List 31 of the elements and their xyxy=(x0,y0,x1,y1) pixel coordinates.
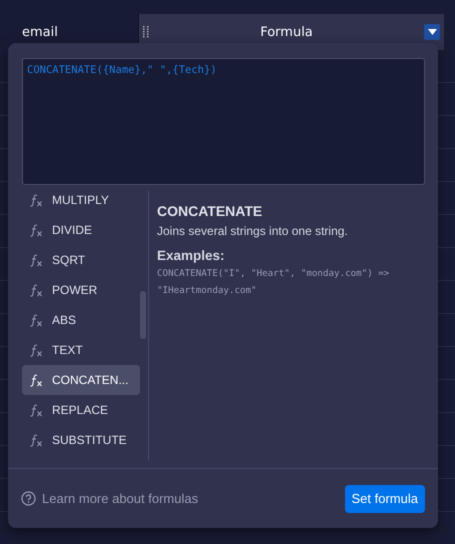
function-item[interactable]: SUBSTITUTE xyxy=(22,425,140,455)
function-icon xyxy=(29,404,43,416)
examples-heading: Examples: xyxy=(157,248,226,263)
function-icon xyxy=(29,374,43,386)
function-icon xyxy=(29,224,43,236)
example-code: CONCATENATE("I", "Heart", "monday.com") => "IHeartmonday.com" xyxy=(157,267,390,298)
function-item[interactable]: TEXT xyxy=(22,335,140,365)
function-item[interactable]: REPLACE xyxy=(22,395,140,425)
function-item[interactable]: MULTIPLY xyxy=(22,191,140,215)
column-title[interactable]: Formula xyxy=(149,24,424,40)
function-icon xyxy=(29,434,43,446)
function-icon xyxy=(29,254,43,266)
function-description: Joins several strings into one string. xyxy=(157,224,349,238)
function-item[interactable]: CONCATEN... xyxy=(22,365,140,395)
function-item[interactable]: SQRT xyxy=(22,245,140,275)
function-icon xyxy=(29,194,43,206)
drag-handle-icon[interactable] xyxy=(143,26,149,38)
help-link[interactable]: Learn more about formulas xyxy=(21,491,198,506)
function-item[interactable]: ABS xyxy=(22,305,140,335)
scrollbar-thumb[interactable] xyxy=(140,291,146,339)
dropdown-button[interactable] xyxy=(424,24,440,40)
function-icon xyxy=(29,314,43,326)
function-icon xyxy=(29,284,43,296)
function-item[interactable]: POWER xyxy=(22,275,140,305)
caret-icon xyxy=(428,29,436,35)
formula-field[interactable]: CONCATENATE({Name}," ",{Tech}) xyxy=(22,58,425,185)
function-title: CONCATENATE xyxy=(157,203,264,219)
function-item[interactable]: DIVIDE xyxy=(22,215,140,245)
function-icon xyxy=(29,344,43,356)
help-icon xyxy=(21,491,36,506)
set-formula-button[interactable]: Set formula xyxy=(344,484,425,512)
